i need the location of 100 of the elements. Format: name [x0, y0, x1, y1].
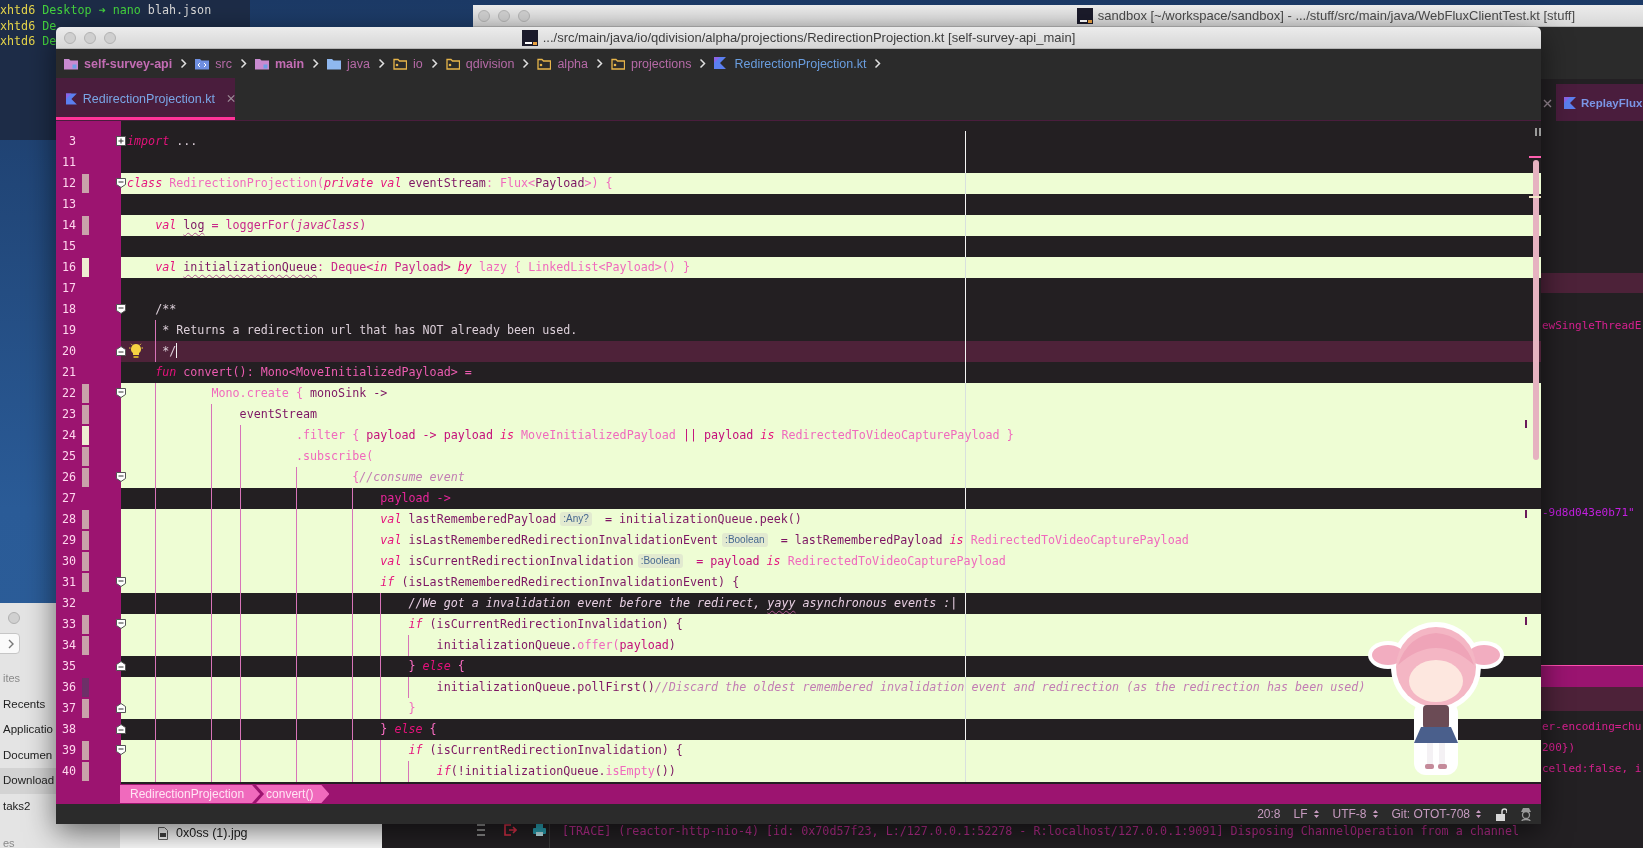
- error-stripe: [1525, 510, 1527, 518]
- breadcrumb[interactable]: alpha: [537, 56, 588, 71]
- collapse-icon[interactable]: [116, 576, 126, 587]
- sidebar-item[interactable]: Applicatio: [0, 717, 56, 743]
- line-number: 20: [60, 342, 76, 360]
- file-icon: [158, 826, 168, 840]
- line-number: 23: [60, 405, 76, 423]
- code-line: * Returns a redirection url that has NOT already been used.: [162, 322, 578, 337]
- breadcrumb[interactable]: RedirectionProjection.kt: [714, 56, 867, 71]
- breadcrumb[interactable]: java: [327, 56, 371, 71]
- package-icon: [393, 57, 408, 70]
- package-icon: [445, 57, 460, 70]
- scrollbar-thumb[interactable]: [1533, 160, 1539, 460]
- code-line: payload ->: [380, 490, 451, 505]
- terminal-line: xhtd6 De: [0, 34, 57, 50]
- code-line: .subscribe(: [295, 448, 374, 463]
- code-text: 200}): [1542, 740, 1576, 756]
- list-icon[interactable]: [476, 823, 486, 837]
- dropdown-arrows-icon: [1312, 809, 1320, 819]
- lock-icon[interactable]: [1495, 807, 1507, 821]
- code-line: Mono.create { monoSink ->: [211, 385, 388, 400]
- breadcrumb[interactable]: io: [393, 56, 423, 71]
- code-line: val lastRememberedPayload :Any? = initializationQueue.peek(): [380, 511, 802, 526]
- code-line: import ...: [127, 133, 198, 148]
- collapse-icon[interactable]: [116, 177, 126, 188]
- line-number: 31: [60, 573, 76, 591]
- breadcrumb[interactable]: qdivision: [445, 56, 515, 71]
- code-line: val isCurrentRedirectionInvalidation :Boolean = payload is RedirectedToVideoCapturePayload: [380, 553, 1006, 568]
- expand-icon[interactable]: [116, 135, 126, 146]
- printer-icon[interactable]: [532, 823, 547, 837]
- code-text: -9d8d043e0b71": [1542, 505, 1635, 521]
- breadcrumb[interactable]: src: [195, 56, 232, 71]
- breadcrumb[interactable]: main: [254, 56, 305, 71]
- window-title: .../src/main/java/io/qdivision/alpha/projections/RedirectionProjection.kt [self-survey-api_main]: [542, 30, 1076, 45]
- status-item[interactable]: UTF-8: [1332, 807, 1379, 821]
- line-number: 25: [60, 447, 76, 465]
- line-number: 34: [60, 636, 76, 654]
- editor-tab[interactable]: RedirectionProjection.kt: [56, 78, 235, 120]
- lightbulb-icon[interactable]: [129, 342, 143, 360]
- breadcrumb[interactable]: projections: [611, 56, 692, 71]
- close-icon[interactable]: [226, 94, 235, 103]
- code-line: .filter { payload -> payload is MoveInitializedPayload || payload is RedirectedToVideoCapturePayload }: [295, 427, 1014, 442]
- line-number: 36: [60, 678, 76, 696]
- line-number: 38: [60, 720, 76, 738]
- chevron-icon: [312, 58, 320, 69]
- code-line: /**: [155, 301, 177, 316]
- sidebar-item[interactable]: Download: [0, 768, 56, 794]
- collapse-icon[interactable]: [116, 723, 126, 734]
- person-icon[interactable]: [1520, 807, 1532, 821]
- line-number: 22: [60, 384, 76, 402]
- line-number: 29: [60, 531, 76, 549]
- breadcrumb[interactable]: self-survey-api: [64, 56, 173, 71]
- status-item[interactable]: 20:8: [1257, 807, 1281, 821]
- error-stripe: [1525, 617, 1527, 625]
- code-line: if(!initializationQueue.isEmpty()): [436, 763, 676, 778]
- code-line: }: [408, 700, 416, 715]
- app-icon: [521, 29, 538, 46]
- line-number: 3: [67, 132, 76, 150]
- kotlin-file-icon: [714, 57, 729, 70]
- sidebar-item[interactable]: Documen: [0, 742, 56, 768]
- sidebar-item[interactable]: taks2: [0, 793, 56, 819]
- line-number: 19: [60, 321, 76, 339]
- collapse-icon[interactable]: [116, 471, 126, 482]
- line-number: 37: [60, 699, 76, 717]
- code-line: } else {: [408, 658, 465, 673]
- terminal-line: xhtd6 Desktop ➜ nano blah.json: [0, 3, 212, 19]
- collapse-icon[interactable]: [116, 387, 126, 398]
- package-icon: [537, 57, 552, 70]
- status-item[interactable]: Git: OTOT-708: [1391, 807, 1482, 821]
- chevron-icon: [8, 638, 14, 649]
- code-line: eventStream: [239, 406, 317, 421]
- collapse-icon[interactable]: [116, 744, 126, 755]
- file-name[interactable]: 0x0ss (1).jpg: [176, 826, 248, 840]
- line-number: 16: [60, 258, 76, 276]
- error-stripe: [1525, 420, 1527, 428]
- editor-tab[interactable]: ReplayFlux: [1556, 84, 1643, 121]
- line-number: 28: [60, 510, 76, 528]
- console-line: [TRACE] (reactor-http-nio-4) [id: 0x70d57f23, L:/127.0.0.1:52278 - R:localhost/127.0.0.1:9091] Disposing ChannelOperation from a channel: [562, 823, 1519, 839]
- dropdown-arrows-icon: [1475, 809, 1482, 819]
- chevron-icon: [430, 58, 438, 69]
- status-item[interactable]: LF: [1293, 807, 1320, 821]
- line-number: 35: [60, 657, 76, 675]
- collapse-icon[interactable]: [116, 660, 126, 671]
- pause-icon[interactable]: [1535, 128, 1541, 136]
- code-line: //We got a invalidation event before the redirect, yayy asynchronous events :|: [408, 595, 958, 610]
- chevron-icon: [522, 58, 530, 69]
- sidebar-item[interactable]: Recents: [0, 691, 56, 717]
- line-number: 32: [60, 594, 76, 612]
- close-icon[interactable]: [1543, 99, 1552, 108]
- code-line: {//consume event: [352, 469, 465, 484]
- chevron-icon: [239, 58, 247, 69]
- collapse-icon[interactable]: [116, 345, 126, 356]
- line-number: 14: [60, 216, 76, 234]
- package-icon: [611, 57, 625, 70]
- module-folder-icon: [254, 57, 269, 70]
- collapse-icon[interactable]: [116, 702, 126, 713]
- line-number: 27: [60, 489, 76, 507]
- code-line: if (isCurrentRedirectionInvalidation) {: [408, 742, 683, 757]
- collapse-icon[interactable]: [116, 303, 126, 314]
- collapse-icon[interactable]: [116, 618, 126, 629]
